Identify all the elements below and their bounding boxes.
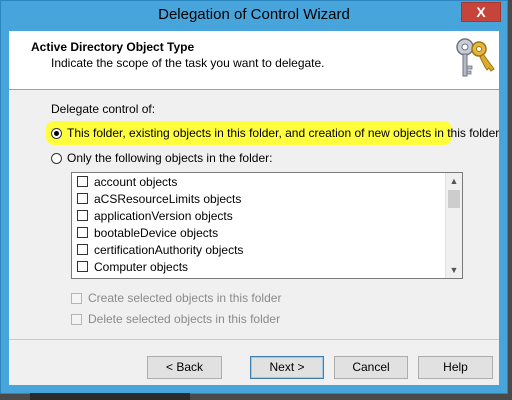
radio-all-label: This folder, existing objects in this fo… xyxy=(67,126,500,140)
radio-only-label: Only the following objects in the folder… xyxy=(67,151,273,165)
list-item[interactable]: certificationAuthority objects xyxy=(72,241,445,258)
object-checkbox[interactable] xyxy=(77,193,88,204)
next-button[interactable]: Next > xyxy=(250,356,324,379)
title-bar[interactable]: Delegation of Control Wizard X xyxy=(1,1,507,31)
radio-only-indicator[interactable] xyxy=(51,152,62,164)
create-objects-option[interactable]: Create selected objects in this folder xyxy=(71,291,281,305)
keys-icon xyxy=(456,38,495,77)
wizard-client-area: Active Directory Object Type Indicate th… xyxy=(9,31,499,385)
object-checkbox[interactable] xyxy=(77,176,88,187)
help-button[interactable]: Help xyxy=(418,356,493,379)
object-checkbox[interactable] xyxy=(77,227,88,238)
radio-option-all[interactable]: This folder, existing objects in this fo… xyxy=(51,126,499,140)
arrow-down-icon[interactable]: ▼ xyxy=(446,262,462,278)
list-item[interactable]: account objects xyxy=(72,173,445,190)
object-label: bootableDevice objects xyxy=(94,225,219,240)
delegate-label: Delegate control of: xyxy=(51,102,156,116)
list-item[interactable]: Computer objects xyxy=(72,258,445,275)
radio-option-only[interactable]: Only the following objects in the folder… xyxy=(51,151,272,165)
page-title: Active Directory Object Type xyxy=(31,40,195,54)
create-checkbox[interactable] xyxy=(71,292,82,304)
object-type-list[interactable]: account objects aCSResourceLimits object… xyxy=(71,172,463,279)
arrow-up-icon[interactable]: ▲ xyxy=(446,173,462,189)
radio-all-indicator[interactable] xyxy=(51,127,62,139)
page-subtitle: Indicate the scope of the task you want … xyxy=(51,56,325,70)
list-item[interactable]: bootableDevice objects xyxy=(72,224,445,241)
wizard-window: Delegation of Control Wizard X Active Di… xyxy=(0,0,508,394)
object-checkbox[interactable] xyxy=(77,210,88,221)
delete-objects-option[interactable]: Delete selected objects in this folder xyxy=(71,312,280,326)
window-title: Delegation of Control Wizard xyxy=(158,6,350,23)
background-window-strip xyxy=(30,393,190,400)
scrollbar-thumb[interactable] xyxy=(448,190,460,208)
list-scrollbar[interactable]: ▲ ▼ xyxy=(445,173,462,278)
object-label: applicationVersion objects xyxy=(94,208,233,223)
delete-checkbox[interactable] xyxy=(71,313,82,325)
back-button[interactable]: < Back xyxy=(147,356,222,379)
cancel-button[interactable]: Cancel xyxy=(334,356,408,379)
close-button[interactable]: X xyxy=(461,2,501,22)
button-bar-divider xyxy=(9,339,499,340)
list-item[interactable]: aCSResourceLimits objects xyxy=(72,190,445,207)
object-checkbox[interactable] xyxy=(77,261,88,272)
create-label: Create selected objects in this folder xyxy=(88,291,282,305)
wizard-header: Active Directory Object Type Indicate th… xyxy=(9,31,499,90)
object-label: account objects xyxy=(94,174,178,189)
list-item[interactable]: applicationVersion objects xyxy=(72,207,445,224)
object-label: certificationAuthority objects xyxy=(94,242,244,257)
delete-label: Delete selected objects in this folder xyxy=(88,312,281,326)
object-label: Computer objects xyxy=(94,259,189,274)
object-list-items: account objects aCSResourceLimits object… xyxy=(72,173,445,278)
object-checkbox[interactable] xyxy=(77,244,88,255)
object-label: aCSResourceLimits objects xyxy=(94,191,242,206)
